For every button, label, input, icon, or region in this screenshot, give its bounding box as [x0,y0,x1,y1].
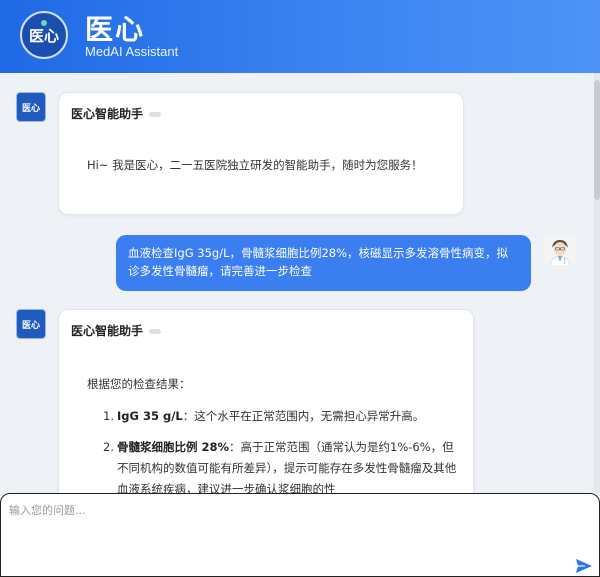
doctor-avatar-icon [545,236,575,266]
sender-label: 医心智能助手 [71,107,144,121]
send-button[interactable] [574,557,594,575]
list-item-term: IgG 35 g/L [117,409,183,423]
bot-avatar: 医心 [16,309,46,339]
sender-label: 医心智能助手 [71,324,144,338]
app-title: 医心 [85,13,146,46]
user-message-bubble: 血液检查IgG 35g/L，骨髓浆细胞比例28%，核磁显示多发溶骨性病变，拟诊多… [116,235,531,291]
bot-avatar-text: 医心 [21,103,40,114]
list-item-term: 骨髓浆细胞比例 28% [117,440,230,454]
sender-tag-placeholder [149,329,162,334]
app-header: 医心 医心 MedAI Assistant [0,0,600,73]
list-item-number: 1. [103,409,114,423]
bot-avatar: 医心 [16,92,46,122]
list-item-text: ：这个水平在正常范围内，无需担心异常升高。 [182,409,425,423]
reply-findings-list: 1. IgG 35 g/L：这个水平在正常范围内，无需担心异常升高。 2. 骨髓… [103,406,463,493]
scrollbar-thumb[interactable] [594,80,600,200]
list-item-number: 2. [103,440,114,454]
send-icon [576,559,592,573]
bot-sender-name: 医心智能助手 [71,322,162,339]
bot-avatar-text: 医心 [21,320,40,331]
message-composer [0,493,600,577]
bot-message-bubble: 医心智能助手 Hi~ 我是医心，二一五医院独立研发的智能助手，随时为您服务！ [58,92,464,215]
chat-message-list[interactable]: 医心 医心智能助手 Hi~ 我是医心，二一五医院独立研发的智能助手，随时为您服务… [0,73,600,493]
logo-text: 医心 [28,26,59,45]
bot-reply-bubble: 医心智能助手 根据您的检查结果： 1. IgG 35 g/L：这个水平在正常范围… [58,309,474,493]
message-input[interactable] [9,502,569,562]
app-logo: 医心 [20,11,68,59]
list-item: 1. IgG 35 g/L：这个水平在正常范围内，无需担心异常升高。 [103,406,463,427]
chat-scrollbar[interactable] [594,73,600,493]
logo-emblem-icon [41,20,47,26]
greeting-text: Hi~ 我是医心，二一五医院独立研发的智能助手，随时为您服务！ [87,158,423,172]
app-subtitle: MedAI Assistant [85,44,179,59]
list-item: 2. 骨髓浆细胞比例 28%：高于正常范围（通常认为是约1%-6%，但不同机构的… [103,437,463,493]
bot-sender-name: 医心智能助手 [71,105,162,122]
reply-intro-text: 根据您的检查结果： [87,377,191,391]
sender-tag-placeholder [149,112,162,117]
